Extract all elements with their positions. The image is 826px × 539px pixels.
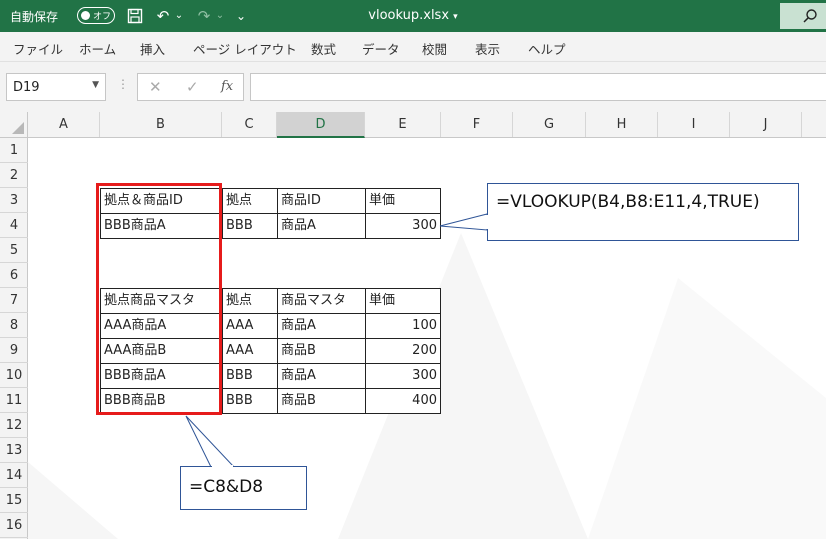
- vlookup-formula-text: =VLOOKUP(B4,B8:E11,4,TRUE): [496, 192, 760, 212]
- concat-formula-text: =C8&D8: [189, 477, 264, 497]
- pointer-seam: [212, 465, 233, 468]
- pointer-seam: [486, 215, 489, 229]
- concat-callout: =C8&D8: [180, 466, 307, 510]
- vlookup-callout: =VLOOKUP(B4,B8:E11,4,TRUE): [487, 183, 799, 241]
- callout-pointers: [185, 213, 488, 468]
